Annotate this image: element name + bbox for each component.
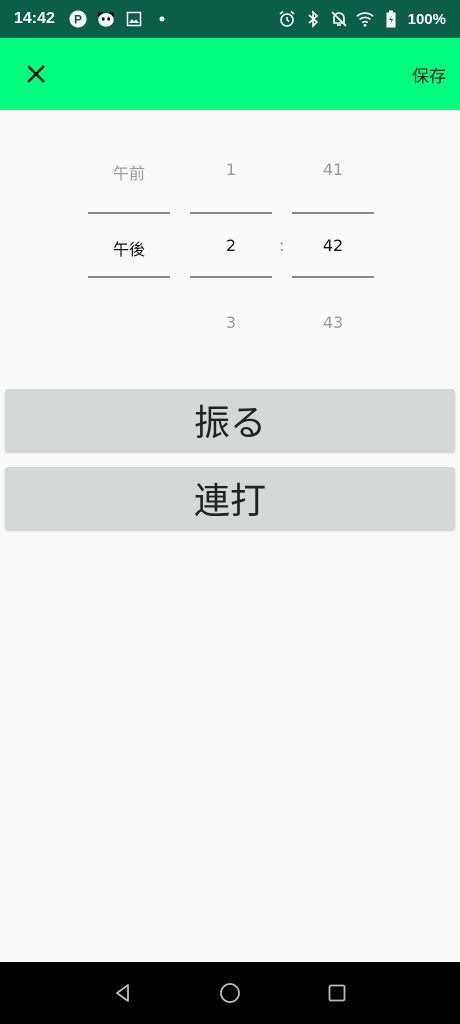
dot-icon [153,10,171,28]
ampm-prev[interactable]: 午前 [88,160,170,184]
back-button[interactable] [108,978,138,1008]
battery-icon [382,10,400,28]
home-icon [220,983,240,1003]
minute-divider-bottom [292,276,374,278]
navigation-bar [0,962,460,1024]
minute-divider-top [292,212,374,214]
hour-next[interactable]: 3 [190,313,272,332]
status-right: 100% [278,10,446,28]
hour-prev[interactable]: 1 [190,160,272,179]
panda-icon [97,10,115,28]
recents-icon [328,984,346,1002]
bluetooth-icon [304,10,322,28]
minute-next[interactable]: 43 [292,313,374,332]
minute-selected[interactable]: 42 [292,236,374,255]
shake-button[interactable]: 振る [5,389,455,451]
recents-button[interactable] [322,978,352,1008]
battery-percent: 100% [407,10,446,28]
ampm-selected[interactable]: 午後 [88,236,170,260]
p-icon: P [69,10,87,28]
hour-divider-top [190,212,272,214]
status-time: 14:42 [14,10,55,27]
save-button[interactable]: 保存 [412,62,446,87]
hour-divider-bottom [190,276,272,278]
time-separator: : [279,236,285,255]
app-bar: 保存 [0,38,460,110]
close-icon [27,65,45,83]
image-icon [125,10,143,28]
ampm-divider-top [88,212,170,214]
back-icon [116,984,130,1002]
svg-text:P: P [74,13,82,27]
notification-icons: P [69,10,171,28]
ampm-divider-bottom [88,276,170,278]
status-bar: 14:42 P 100% [0,0,460,38]
close-button[interactable] [22,60,50,88]
alarm-icon [278,10,296,28]
home-button[interactable] [215,978,245,1008]
minute-prev[interactable]: 41 [292,160,374,179]
wifi-icon [355,10,374,28]
rapid-tap-button[interactable]: 連打 [5,467,455,529]
time-picker: 午前 午後 1 2 3 : 41 42 43 [0,110,460,370]
hour-selected[interactable]: 2 [190,236,272,255]
mute-icon [330,10,348,28]
